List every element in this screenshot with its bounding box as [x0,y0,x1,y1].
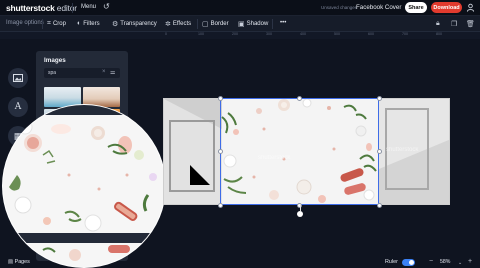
resize-handle[interactable] [217,149,223,154]
share-button[interactable]: Share [405,2,427,13]
preview-image [3,105,165,267]
images-tool-button[interactable] [8,68,28,88]
clear-search-icon[interactable]: × [102,69,106,75]
resize-handle[interactable] [376,95,382,101]
ruler-tick: 200 [232,32,238,36]
bottom-bar: ▤ Pages Ruler − 58% ⌄ + [0,258,480,268]
resize-handle[interactable] [217,202,223,208]
image-options-label: Image options [6,20,44,26]
save-status: Unsaved changes [321,5,358,10]
text-icon: A [14,102,22,112]
ruler-tick: 0 [165,32,167,36]
duplicate-icon[interactable]: ❐ [451,20,457,28]
ruler-tick: 600 [368,32,374,36]
ruler-tick: 800 [436,32,442,36]
ruler-tick: 700 [402,32,408,36]
image-icon [13,74,23,82]
panel-title: Images [44,57,66,64]
zoom-in-button[interactable]: + [468,258,472,265]
undo-icon[interactable]: ↺ [103,2,110,11]
filters-button[interactable]: ◐ Filters [77,20,100,27]
document-title[interactable]: Facebook Cover [356,4,401,11]
download-button[interactable]: Download [431,2,462,13]
lock-icon[interactable]: 🔒︎ [436,20,440,28]
crop-button[interactable]: ⌗ Crop [47,20,66,28]
menu-button[interactable]: Menu [81,4,96,10]
ruler-toggle[interactable] [402,259,415,266]
top-bar: shutterstock editor Menu ↺ Unsaved chang… [0,0,480,16]
ruler-tick: 100 [198,32,204,36]
divider [197,19,198,29]
magnified-preview [3,105,165,267]
watermark-text: shutterstock [386,147,419,153]
transparency-icon: ⚙ [112,21,119,28]
zoom-out-button[interactable]: − [429,258,433,265]
divider [272,19,273,29]
image-thumbnail[interactable] [83,87,120,107]
effects-icon: ✲ [165,21,171,28]
border-icon: ▢ [202,21,209,28]
shadow-icon: ▣ [238,21,245,28]
app-logo[interactable]: shutterstock editor [6,3,77,13]
resize-handle[interactable] [217,95,223,101]
chevron-down-icon[interactable]: ⌄ [458,260,462,266]
border-button[interactable]: ▢ Border [202,20,229,28]
search-value: spa [48,70,57,76]
ruler-tick: 300 [266,32,272,36]
filter-icon[interactable]: ⚌ [110,69,115,76]
divider [72,3,73,13]
ruler-toggle-label: Ruler [385,259,398,265]
shadow-button[interactable]: ▣ Shadow [238,20,268,28]
image-toolbar: Image options ⌗ Crop ◐ Filters ⚙ Transparen… [0,16,480,32]
more-options-button[interactable]: ••• [280,20,286,26]
resize-handle[interactable] [376,202,382,208]
text-tool-button[interactable]: A [8,97,28,117]
trash-icon[interactable]: 🗑︎ [466,20,475,28]
filters-icon: ◐ [77,20,82,27]
user-icon[interactable] [466,3,475,12]
resize-handle[interactable] [376,149,382,154]
pages-button[interactable]: ▤ Pages [8,259,30,265]
resize-handle[interactable] [297,95,302,101]
crop-icon: ⌗ [47,20,51,27]
image-search-input[interactable]: spa × ⚌ [44,68,120,78]
rotate-handle[interactable] [297,211,303,217]
ruler-tick: 400 [300,32,306,36]
horizontal-ruler: 0 100 200 300 400 500 600 700 800 [0,32,480,39]
image-thumbnail[interactable] [44,87,81,107]
zoom-level[interactable]: 58% [440,259,450,265]
selection-box[interactable] [220,98,379,205]
divider [42,19,43,29]
transparency-button[interactable]: ⚙ Transparency [112,20,157,28]
effects-button[interactable]: ✲ Effects [165,20,191,28]
ruler-tick: 500 [334,32,340,36]
